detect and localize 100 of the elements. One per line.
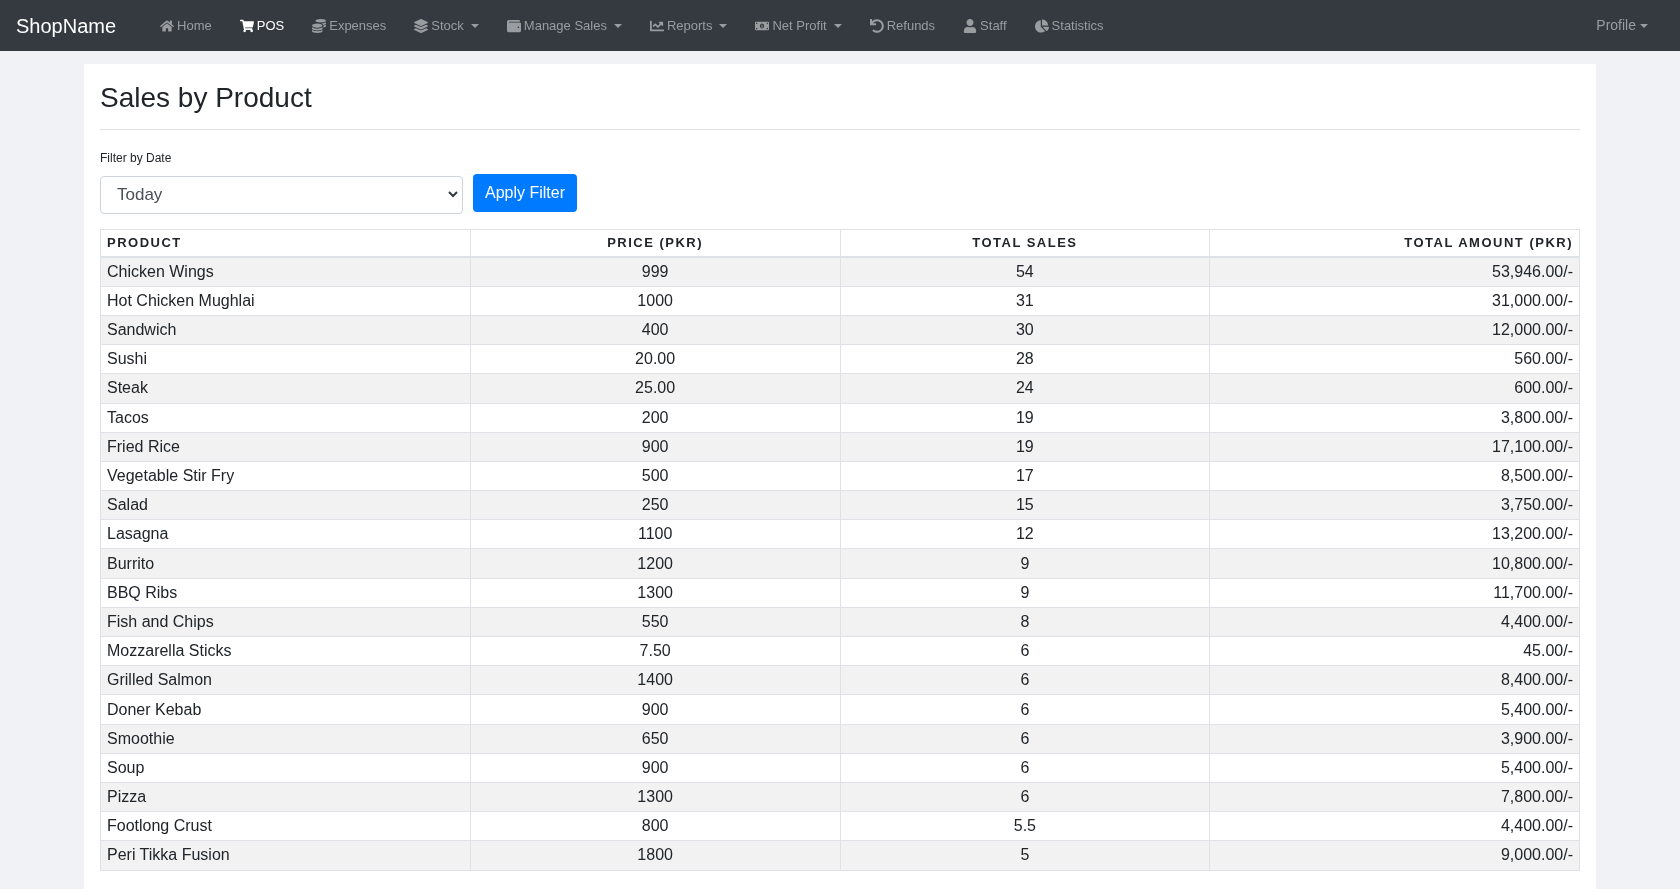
- table-cell: 3,800.00/-: [1209, 403, 1580, 433]
- table-cell: Burrito: [100, 548, 471, 579]
- table-cell: 6: [840, 753, 1210, 783]
- table-cell: 10,800.00/-: [1209, 548, 1580, 579]
- table-cell: 30: [840, 315, 1210, 345]
- apply-filter-button[interactable]: Apply Filter: [473, 173, 578, 212]
- table-cell: 19: [840, 432, 1210, 462]
- table-cell: 24: [840, 373, 1210, 404]
- table-cell: 3,750.00/-: [1209, 490, 1580, 520]
- table-cell: 6: [840, 636, 1210, 666]
- table-cell: 20.00: [470, 344, 840, 374]
- table-cell: 1200: [470, 548, 840, 579]
- table-cell: 650: [470, 724, 840, 754]
- table-cell: 8,500.00/-: [1209, 461, 1580, 491]
- table-cell: 560.00/-: [1209, 344, 1580, 374]
- table-cell: 900: [470, 432, 840, 462]
- table-cell: Smoothie: [100, 724, 471, 754]
- table-cell: 4,400.00/-: [1209, 607, 1580, 637]
- table-cell: 31: [840, 286, 1210, 316]
- table-cell: Peri Tikka Fusion: [100, 840, 471, 871]
- table-cell: Lasagna: [100, 519, 471, 549]
- table-cell: 5.5: [840, 811, 1210, 841]
- undo-icon: [869, 18, 884, 33]
- table-cell: Soup: [100, 753, 471, 783]
- table-cell: Chicken Wings: [100, 257, 471, 287]
- table-cell: 12,000.00/-: [1209, 315, 1580, 345]
- table-cell: 25.00: [470, 373, 840, 404]
- coins-icon: [312, 18, 327, 33]
- table-cell: Footlong Crust: [100, 811, 471, 841]
- table-cell: 250: [470, 490, 840, 520]
- table-cell: 3,900.00/-: [1209, 724, 1580, 754]
- table-cell: 53,946.00/-: [1209, 257, 1580, 287]
- table-cell: Fish and Chips: [100, 607, 471, 637]
- table-cell: 400: [470, 315, 840, 345]
- table-cell: 1300: [470, 782, 840, 812]
- page-title: Sales by Product: [100, 78, 1580, 130]
- table-cell: Steak: [100, 373, 471, 404]
- table-cell: 17: [840, 461, 1210, 491]
- table-cell: 1100: [470, 519, 840, 549]
- table-cell: 5,400.00/-: [1209, 694, 1580, 725]
- table-cell: 54: [840, 257, 1210, 287]
- line-chart-icon: [649, 18, 664, 33]
- table-cell: Salad: [100, 490, 471, 520]
- table-cell: Doner Kebab: [100, 694, 471, 725]
- table-cell: 999: [470, 257, 840, 287]
- table-cell: 7.50: [470, 636, 840, 666]
- table-cell: 11,700.00/-: [1209, 578, 1580, 608]
- table-cell: Hot Chicken Mughlai: [100, 286, 471, 316]
- table-cell: Sushi: [100, 344, 471, 374]
- table-cell: 500: [470, 461, 840, 491]
- table-cell: Grilled Salmon: [100, 665, 471, 695]
- table-cell: 17,100.00/-: [1209, 432, 1580, 462]
- nav-link[interactable]: Statistics: [1020, 7, 1118, 44]
- table-cell: 1300: [470, 578, 840, 608]
- table-cell: 6: [840, 665, 1210, 695]
- nav-link[interactable]: Home: [146, 7, 226, 44]
- table-cell: 4,400.00/-: [1209, 811, 1580, 841]
- nav-link[interactable]: Net Profit: [741, 7, 856, 44]
- table-cell: 31,000.00/-: [1209, 286, 1580, 316]
- table-cell: 9,000.00/-: [1209, 840, 1580, 871]
- table-cell: Mozzarella Sticks: [100, 636, 471, 666]
- table-cell: 6: [840, 694, 1210, 725]
- table-cell: 6: [840, 782, 1210, 812]
- table-cell: Sandwich: [100, 315, 471, 345]
- chevron-down-icon: [448, 191, 458, 199]
- nav-link[interactable]: Refunds: [855, 7, 950, 44]
- nav-link[interactable]: Stock: [400, 7, 493, 44]
- nav-link[interactable]: Reports: [635, 7, 742, 44]
- table-cell: Pizza: [100, 782, 471, 812]
- table-cell: 900: [470, 694, 840, 725]
- nav-link[interactable]: Expenses: [298, 7, 401, 44]
- table-cell: 1000: [470, 286, 840, 316]
- table-cell: Tacos: [100, 403, 471, 433]
- table-cell: 45.00/-: [1209, 636, 1580, 666]
- table-cell: 13,200.00/-: [1209, 519, 1580, 549]
- table-cell: 550: [470, 607, 840, 637]
- table-cell: 800: [470, 811, 840, 841]
- profile-menu[interactable]: Profile: [1596, 15, 1648, 36]
- table-cell: 15: [840, 490, 1210, 520]
- pie-chart-icon: [1034, 18, 1049, 33]
- table-cell: 8: [840, 607, 1210, 637]
- nav-link[interactable]: POS: [225, 7, 299, 44]
- table-cell: 12: [840, 519, 1210, 549]
- cart-icon: [239, 18, 254, 33]
- table-cell: 8,400.00/-: [1209, 665, 1580, 695]
- layers-icon: [414, 18, 429, 33]
- table-cell: 900: [470, 753, 840, 783]
- nav-link[interactable]: Manage Sales: [492, 7, 636, 44]
- table-cell: Vegetable Stir Fry: [100, 461, 471, 491]
- table-cell: 1800: [470, 840, 840, 871]
- home-icon: [160, 18, 175, 33]
- table-cell: 1400: [470, 665, 840, 695]
- table-cell: Fried Rice: [100, 432, 471, 462]
- nav-link[interactable]: Staff: [949, 7, 1021, 44]
- table-cell: 28: [840, 344, 1210, 374]
- table-cell: 9: [840, 578, 1210, 608]
- date-select[interactable]: Today: [100, 175, 463, 214]
- brand-logo[interactable]: ShopName: [16, 10, 117, 41]
- filter-label: Filter by Date: [100, 149, 173, 167]
- table-cell: 6: [840, 724, 1210, 754]
